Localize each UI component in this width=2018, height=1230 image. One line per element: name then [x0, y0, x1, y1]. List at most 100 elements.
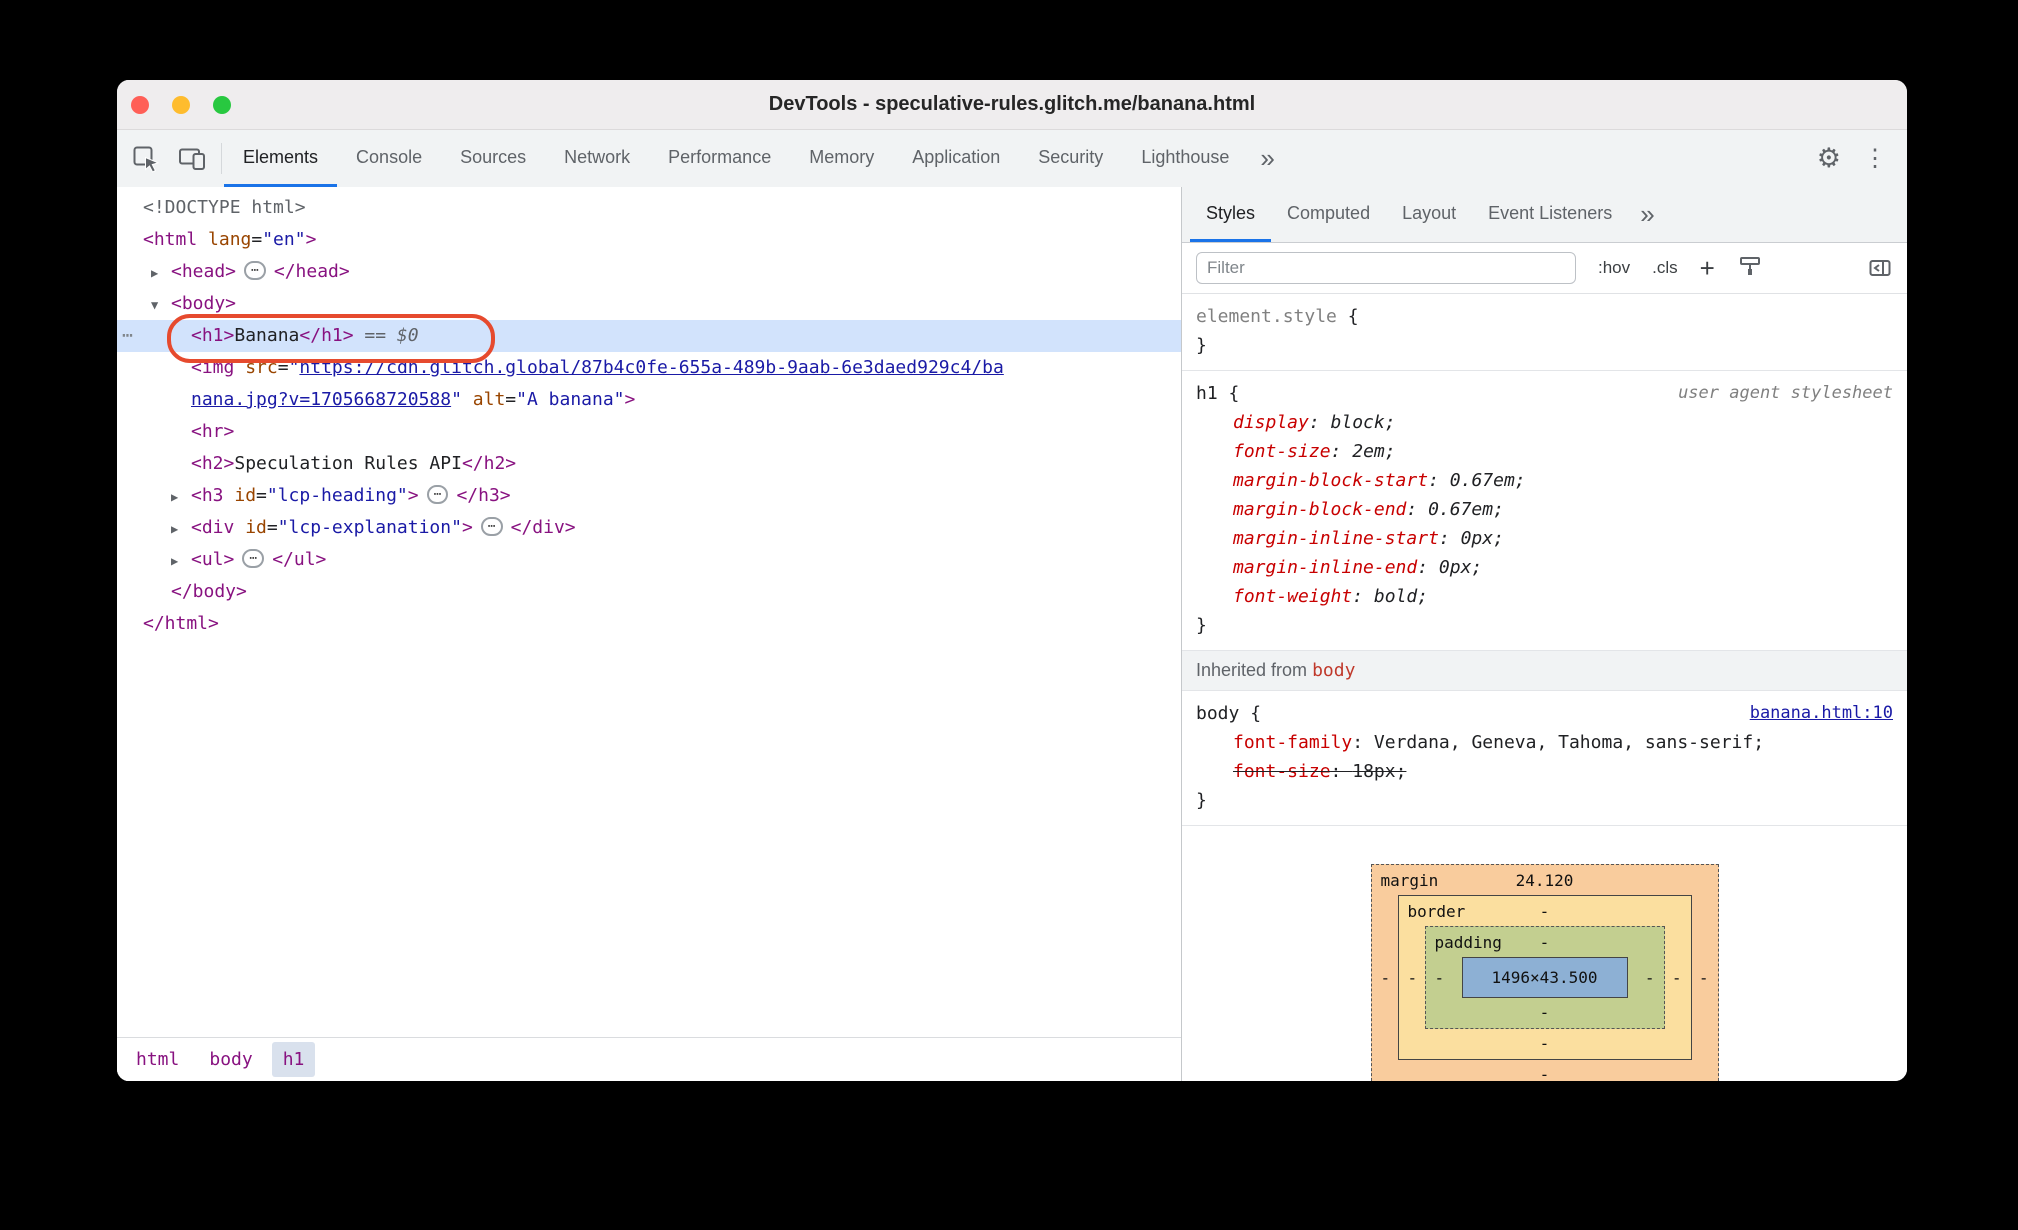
- css-property-line[interactable]: margin-block-end: 0.67em;: [1196, 495, 1893, 524]
- css-property-line[interactable]: font-family: Verdana, Geneva, Tahoma, sa…: [1196, 728, 1893, 757]
- rule-selector[interactable]: element.style: [1196, 302, 1337, 331]
- box-model-border-left-value[interactable]: -: [1408, 968, 1418, 987]
- dom-tree-node[interactable]: nana.jpg?v=1705668720588" alt="A banana"…: [117, 384, 1181, 416]
- dom-tree-node[interactable]: <hr>: [117, 416, 1181, 448]
- tab-sources[interactable]: Sources: [441, 130, 545, 187]
- css-property-line[interactable]: margin-inline-end: 0px;: [1196, 553, 1893, 582]
- rule-selector-line[interactable]: element.style {: [1196, 302, 1893, 331]
- minimize-window-button[interactable]: [172, 95, 190, 114]
- rule-selector-line[interactable]: h1 {user agent stylesheet: [1196, 379, 1893, 408]
- close-window-button[interactable]: [131, 95, 149, 114]
- device-toolbar-icon[interactable]: [177, 144, 207, 174]
- css-property-name[interactable]: margin-block-start: [1233, 470, 1428, 491]
- tab-console[interactable]: Console: [337, 130, 441, 187]
- box-model-margin-bottom-value[interactable]: -: [1372, 1065, 1718, 1081]
- sidebar-toggle-icon[interactable]: [1867, 255, 1893, 281]
- node-options-icon[interactable]: ⋯: [122, 320, 134, 352]
- expand-arrow-icon[interactable]: ▶: [171, 481, 191, 513]
- tab-network[interactable]: Network: [545, 130, 649, 187]
- tab-application[interactable]: Application: [893, 130, 1019, 187]
- css-property-name[interactable]: font-size: [1233, 761, 1331, 782]
- dom-tree-node[interactable]: ▶ <ul> ⋯ </ul>: [117, 544, 1181, 576]
- css-property-value[interactable]: 0.67em;: [1428, 499, 1504, 520]
- sidebar-more-tabs-icon[interactable]: »: [1628, 187, 1666, 242]
- box-model-padding-bottom-value[interactable]: -: [1426, 1003, 1664, 1022]
- box-model-border-top-value[interactable]: -: [1399, 902, 1691, 921]
- box-model-margin-top-value[interactable]: 24.120: [1372, 871, 1718, 890]
- collapse-arrow-icon[interactable]: ▼: [151, 289, 171, 321]
- css-property-name[interactable]: margin-block-end: [1233, 499, 1406, 520]
- inherited-node-link[interactable]: body: [1312, 660, 1355, 681]
- css-property-name[interactable]: margin-inline-start: [1233, 528, 1439, 549]
- dom-tree-node[interactable]: </html>: [117, 608, 1181, 640]
- css-property-line[interactable]: font-size: 2em;: [1196, 437, 1893, 466]
- box-model-padding-right-value[interactable]: -: [1645, 968, 1655, 987]
- stylesheet-source-link[interactable]: banana.html:10: [1750, 699, 1893, 728]
- breadcrumb-html[interactable]: html: [125, 1042, 190, 1077]
- styles-filter-input[interactable]: [1196, 252, 1576, 284]
- more-tabs-icon[interactable]: »: [1248, 130, 1286, 187]
- css-property-value[interactable]: Verdana, Geneva, Tahoma, sans-serif;: [1374, 732, 1764, 753]
- css-property-value[interactable]: 2em;: [1352, 441, 1395, 462]
- collapsed-content-icon[interactable]: ⋯: [426, 485, 449, 504]
- expand-arrow-icon[interactable]: ▶: [151, 257, 171, 289]
- css-property-name[interactable]: font-size: [1233, 441, 1331, 462]
- box-model-margin-left-value[interactable]: -: [1381, 968, 1391, 987]
- rule-selector[interactable]: body: [1196, 699, 1239, 728]
- box-model-padding-top-value[interactable]: -: [1426, 933, 1664, 952]
- zoom-window-button[interactable]: [213, 95, 231, 114]
- collapsed-content-icon[interactable]: ⋯: [244, 261, 266, 280]
- css-property-line[interactable]: font-size: 18px;: [1196, 757, 1893, 786]
- dom-tree-node[interactable]: <h2>Speculation Rules API</h2>: [117, 448, 1181, 480]
- expand-arrow-icon[interactable]: ▶: [171, 545, 191, 577]
- rule-selector-line[interactable]: body {banana.html:10: [1196, 699, 1893, 728]
- tab-computed[interactable]: Computed: [1271, 187, 1386, 242]
- box-model-border-right-value[interactable]: -: [1672, 968, 1682, 987]
- css-property-line[interactable]: margin-block-start: 0.67em;: [1196, 466, 1893, 495]
- main-menu-kebab-icon[interactable]: ⋮: [1863, 146, 1887, 171]
- css-property-value[interactable]: 0px;: [1461, 528, 1504, 549]
- breadcrumb-body[interactable]: body: [198, 1042, 263, 1077]
- rule-selector[interactable]: h1: [1196, 379, 1218, 408]
- dom-tree-node[interactable]: </body>: [117, 576, 1181, 608]
- dom-tree-node[interactable]: ⋯ <h1>Banana</h1> == $0: [117, 314, 1181, 363]
- css-property-value[interactable]: block;: [1331, 412, 1396, 433]
- box-model-padding-left-value[interactable]: -: [1435, 968, 1445, 987]
- box-model-content-region[interactable]: 1496×43.500: [1461, 957, 1628, 998]
- dom-tree-node[interactable]: <img src="https://cdn.glitch.global/87b4…: [117, 352, 1181, 384]
- css-property-value[interactable]: 0px;: [1439, 557, 1482, 578]
- inspect-element-icon[interactable]: [131, 144, 161, 174]
- resource-link[interactable]: https://cdn.glitch.global/87b4c0fe-655a-…: [299, 357, 1003, 378]
- expand-arrow-icon[interactable]: ▶: [171, 513, 191, 545]
- box-model-padding-region[interactable]: padding - - - - 1496×43.500: [1424, 926, 1665, 1029]
- settings-gear-icon[interactable]: ⚙: [1817, 145, 1841, 172]
- resource-link[interactable]: nana.jpg?v=1705668720588: [191, 389, 451, 410]
- css-property-name[interactable]: font-family: [1233, 732, 1352, 753]
- css-property-name[interactable]: margin-inline-end: [1233, 557, 1417, 578]
- collapsed-content-icon[interactable]: ⋯: [242, 549, 265, 568]
- tab-event-listeners[interactable]: Event Listeners: [1472, 187, 1628, 242]
- dom-tree-node[interactable]: ▶ <h3 id="lcp-heading"> ⋯ </h3>: [117, 480, 1181, 512]
- tab-styles[interactable]: Styles: [1190, 187, 1272, 242]
- tab-lighthouse[interactable]: Lighthouse: [1122, 130, 1248, 187]
- collapsed-content-icon[interactable]: ⋯: [480, 517, 503, 536]
- new-style-rule-icon[interactable]: +: [1700, 255, 1715, 281]
- css-property-value[interactable]: 18px;: [1352, 761, 1406, 782]
- css-property-line[interactable]: margin-inline-start: 0px;: [1196, 524, 1893, 553]
- dom-tree-node[interactable]: ▶ <head> ⋯ </head>: [117, 256, 1181, 288]
- box-model-margin-region[interactable]: margin 24.120 - - - border - - - - paddi…: [1370, 864, 1719, 1081]
- tab-security[interactable]: Security: [1019, 130, 1122, 187]
- dom-tree-node[interactable]: ▼ <body>: [117, 288, 1181, 320]
- element-class-toggle[interactable]: .cls: [1652, 258, 1678, 278]
- css-property-name[interactable]: display: [1233, 412, 1309, 433]
- box-model-margin-right-value[interactable]: -: [1699, 968, 1709, 987]
- box-model-border-region[interactable]: border - - - - padding - - - - 1496×43.5…: [1397, 895, 1692, 1060]
- rendering-options-icon[interactable]: [1737, 253, 1763, 284]
- tab-layout[interactable]: Layout: [1386, 187, 1472, 242]
- tab-performance[interactable]: Performance: [649, 130, 790, 187]
- pseudo-state-toggle[interactable]: :hov: [1598, 258, 1630, 278]
- box-model-border-bottom-value[interactable]: -: [1399, 1034, 1691, 1053]
- css-property-line[interactable]: font-weight: bold;: [1196, 582, 1893, 611]
- tab-elements[interactable]: Elements: [224, 130, 338, 187]
- dom-tree-node[interactable]: ▶ <div id="lcp-explanation"> ⋯ </div>: [117, 512, 1181, 544]
